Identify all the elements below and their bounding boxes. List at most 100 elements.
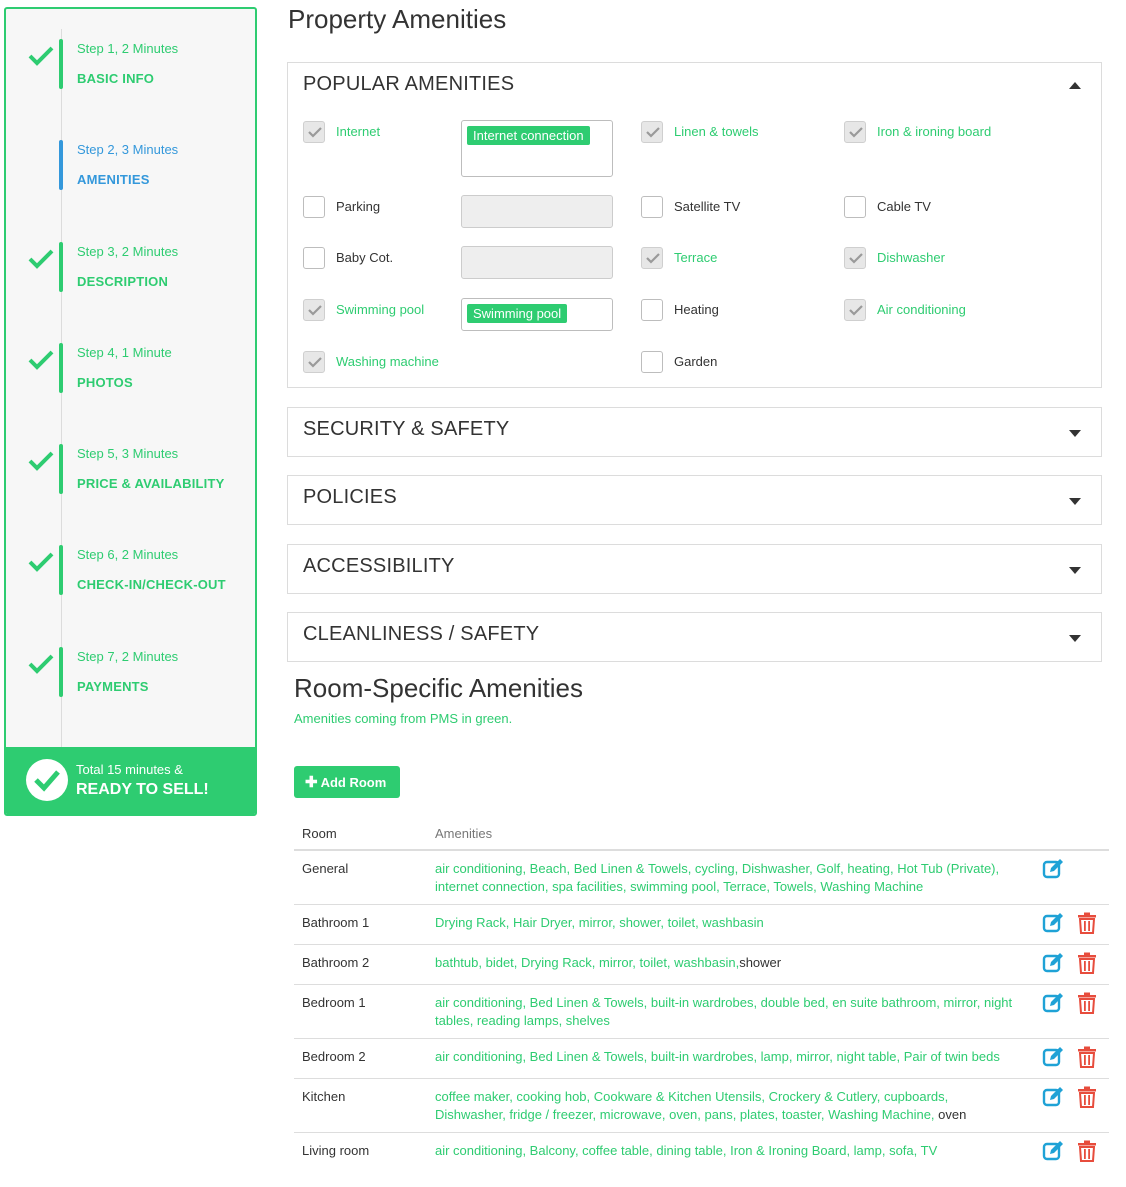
policies-header[interactable]: POLICIES xyxy=(288,476,1101,522)
table-row: Bathroom 1 Drying Rack, Hair Dryer, mirr… xyxy=(294,904,1109,945)
check-icon xyxy=(28,350,54,370)
step-title: PHOTOS xyxy=(77,375,133,390)
step-amenities[interactable]: Step 2, 3 Minutes AMENITIES xyxy=(6,140,255,200)
policies-panel[interactable]: POLICIES xyxy=(287,475,1102,525)
caret-down-icon[interactable] xyxy=(1069,567,1081,574)
panel-title: POPULAR AMENITIES xyxy=(303,73,515,95)
table-row: Bathroom 2 bathtub, bidet, Drying Rack, … xyxy=(294,944,1109,985)
checkbox[interactable] xyxy=(303,299,325,321)
step-price-availability[interactable]: Step 5, 3 Minutes PRICE & AVAILABILITY xyxy=(6,444,255,504)
step-basic-info[interactable]: Step 1, 2 Minutes BASIC INFO xyxy=(6,39,255,99)
trash-icon[interactable] xyxy=(1076,912,1098,934)
edit-icon[interactable] xyxy=(1042,992,1064,1014)
caret-up-icon[interactable] xyxy=(1069,82,1081,89)
checkbox[interactable] xyxy=(303,196,325,218)
edit-icon[interactable] xyxy=(1042,858,1064,880)
room-name: General xyxy=(294,850,435,905)
checkbox[interactable] xyxy=(303,247,325,269)
checkbox[interactable] xyxy=(844,196,866,218)
room-specific-title: Room-Specific Amenities xyxy=(294,673,583,703)
checkmark-icon xyxy=(849,305,863,316)
pms-amenities: coffee maker, cooking hob, Cookware & Ki… xyxy=(435,1089,949,1122)
pool-tag[interactable]: Swimming pool xyxy=(467,304,568,323)
room-amenities: air conditioning, Bed Linen & Towels, bu… xyxy=(435,984,1030,1039)
edit-icon[interactable] xyxy=(1042,952,1064,974)
edit-icon[interactable] xyxy=(1042,1046,1064,1068)
step-subtitle: Step 1, 2 Minutes xyxy=(77,41,179,56)
popular-amenities-header[interactable]: POPULAR AMENITIES xyxy=(288,63,1101,109)
add-room-button[interactable]: ✚ Add Room xyxy=(294,766,400,798)
local-amenities: shower xyxy=(739,955,782,970)
amenity-label: Linen & towels xyxy=(674,124,759,139)
page-title: Property Amenities xyxy=(288,4,507,34)
edit-icon[interactable] xyxy=(1042,912,1064,934)
checkbox[interactable] xyxy=(641,299,663,321)
checkbox[interactable] xyxy=(844,247,866,269)
caret-down-icon[interactable] xyxy=(1069,430,1081,437)
checkbox[interactable] xyxy=(844,121,866,143)
trash-icon[interactable] xyxy=(1076,1140,1098,1162)
column-header-room: Room xyxy=(294,818,435,851)
table-row: Kitchen coffee maker, cooking hob, Cookw… xyxy=(294,1078,1109,1133)
step-payments[interactable]: Step 7, 2 Minutes PAYMENTS xyxy=(6,647,255,707)
checkbox[interactable] xyxy=(303,351,325,373)
table-row: Bedroom 1 air conditioning, Bed Linen & … xyxy=(294,984,1109,1039)
room-name: Living room xyxy=(302,1143,370,1158)
trash-icon[interactable] xyxy=(1076,1086,1098,1108)
step-title: PRICE & AVAILABILITY xyxy=(77,476,225,491)
row-actions xyxy=(1030,904,1109,945)
trash-icon[interactable] xyxy=(1076,992,1098,1014)
internet-tag[interactable]: Internet connection xyxy=(467,126,590,145)
checkbox[interactable] xyxy=(844,299,866,321)
check-icon xyxy=(28,451,54,471)
accessibility-header[interactable]: ACCESSIBILITY xyxy=(288,545,1101,591)
trash-icon[interactable] xyxy=(1076,952,1098,974)
total-time-text: Total 15 minutes & xyxy=(76,762,183,777)
amenity-label: Heating xyxy=(674,302,719,317)
room-name: Kitchen xyxy=(294,1078,435,1133)
accessibility-panel[interactable]: ACCESSIBILITY xyxy=(287,544,1102,594)
step-check-in-check-out[interactable]: Step 6, 2 Minutes CHECK-IN/CHECK-OUT xyxy=(6,545,255,605)
check-icon xyxy=(28,249,54,269)
checkbox[interactable] xyxy=(641,196,663,218)
caret-down-icon[interactable] xyxy=(1069,498,1081,505)
cleanliness-safety-header[interactable]: CLEANLINESS / SAFETY xyxy=(288,613,1101,659)
ready-to-sell-text: READY TO SELL! xyxy=(76,781,209,798)
room-name: Bathroom 2 xyxy=(294,944,435,985)
pms-amenities: air conditioning, Balcony, coffee table,… xyxy=(435,1143,938,1158)
local-amenities: oven xyxy=(938,1107,967,1122)
column-header-amenities: Amenities xyxy=(435,818,1030,851)
edit-icon[interactable] xyxy=(1042,1086,1064,1108)
room-name: Bathroom 1 xyxy=(294,904,435,945)
step-bar xyxy=(59,444,63,494)
trash-icon[interactable] xyxy=(1076,1046,1098,1068)
panel-title: POLICIES xyxy=(303,486,397,508)
checkbox[interactable] xyxy=(641,351,663,373)
pool-details-input[interactable]: Swimming pool xyxy=(461,298,613,331)
row-actions xyxy=(1030,1038,1109,1079)
caret-down-icon[interactable] xyxy=(1069,635,1081,642)
cleanliness-safety-panel[interactable]: CLEANLINESS / SAFETY xyxy=(287,612,1102,662)
panel-title: SECURITY & SAFETY xyxy=(303,418,510,440)
amenity-label: Air conditioning xyxy=(877,302,966,317)
room-amenities: air conditioning, Beach, Bed Linen & Tow… xyxy=(435,850,1030,905)
step-photos[interactable]: Step 4, 1 Minute PHOTOS xyxy=(6,343,255,403)
security-safety-header[interactable]: SECURITY & SAFETY xyxy=(288,408,1101,454)
checkmark-icon xyxy=(646,127,660,138)
check-icon xyxy=(28,654,54,674)
edit-icon[interactable] xyxy=(1042,1140,1064,1162)
step-bar xyxy=(59,545,63,595)
add-room-label: Add Room xyxy=(320,775,387,790)
checkbox[interactable] xyxy=(303,121,325,143)
amenity-label: Swimming pool xyxy=(336,302,425,317)
checkbox[interactable] xyxy=(641,121,663,143)
security-safety-panel[interactable]: SECURITY & SAFETY xyxy=(287,407,1102,457)
pms-note: Amenities coming from PMS in green. xyxy=(294,711,513,726)
step-subtitle: Step 3, 2 Minutes xyxy=(77,244,179,259)
room-amenities: Drying Rack, Hair Dryer, mirror, shower,… xyxy=(435,904,1030,945)
internet-details-input[interactable]: Internet connection xyxy=(461,120,613,177)
checkbox[interactable] xyxy=(641,247,663,269)
progress-sidebar: Step 1, 2 Minutes BASIC INFO Step 2, 3 M… xyxy=(4,7,257,816)
step-description[interactable]: Step 3, 2 Minutes DESCRIPTION xyxy=(6,242,255,302)
step-title: AMENITIES xyxy=(77,172,150,187)
